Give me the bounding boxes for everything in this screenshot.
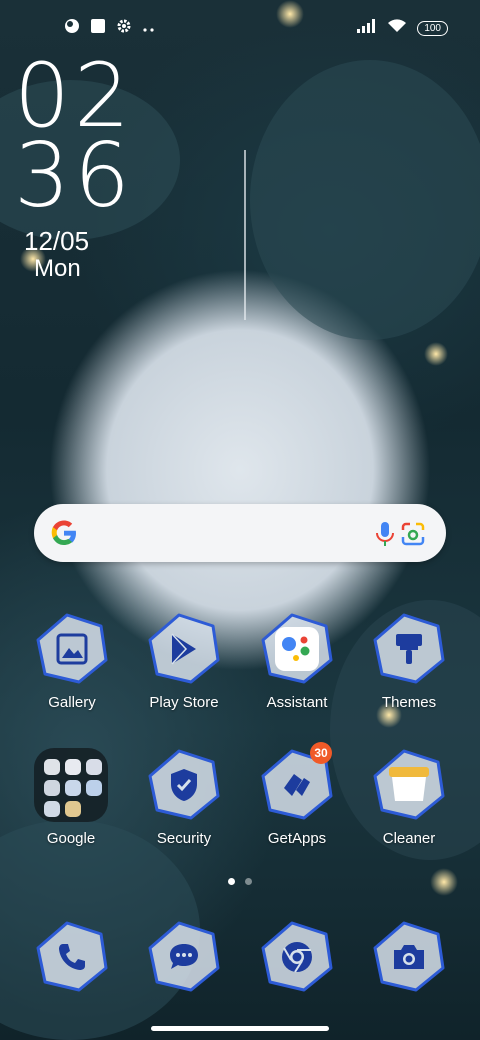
page-dot-active (228, 878, 235, 885)
circle-app-icon (64, 18, 80, 39)
app-getapps[interactable]: 30 GetApps (242, 742, 352, 847)
google-lens-icon[interactable] (400, 521, 426, 547)
more-dots-icon (142, 20, 156, 38)
app-label: Assistant (266, 694, 328, 711)
play-store-icon (171, 633, 196, 665)
app-gallery[interactable]: Gallery (17, 612, 127, 711)
status-left (64, 18, 156, 39)
chrome-icon (282, 942, 312, 973)
dock-phone[interactable] (17, 920, 127, 994)
app-label: Gallery (48, 694, 96, 711)
dock-chrome[interactable] (242, 920, 352, 994)
google-search-bar[interactable] (34, 504, 446, 562)
wallpaper-branch (250, 60, 480, 340)
files-mini-icon (65, 801, 81, 817)
messages-icon (170, 944, 198, 969)
maps-mini-icon (86, 759, 102, 775)
settings-icon (116, 18, 132, 39)
home-screen: 100 02 36 12/05 Mon Gallery Play Store A… (0, 0, 480, 1040)
app-cleaner[interactable]: Cleaner (354, 748, 464, 847)
notification-badge: 30 (310, 742, 332, 764)
app-themes[interactable]: Themes (354, 612, 464, 711)
battery-indicator: 100 (417, 20, 448, 36)
google-g-icon (51, 520, 76, 545)
drive-mini-icon (86, 780, 102, 796)
dock-messages[interactable] (129, 920, 239, 994)
clock-minutes[interactable]: 36 (14, 132, 134, 220)
app-label: Play Store (149, 694, 219, 711)
youtube-mini-icon (44, 780, 60, 796)
folder-google[interactable]: Google (16, 748, 126, 847)
dock-camera[interactable] (354, 920, 464, 994)
clock-weekday[interactable]: Mon (34, 255, 81, 283)
gesture-home-bar[interactable] (151, 1026, 329, 1031)
app-label: Google (46, 830, 96, 847)
app-assistant[interactable]: Assistant (242, 612, 352, 711)
camera-icon (394, 945, 424, 969)
cleaner-icon (389, 767, 429, 801)
security-icon (171, 769, 197, 801)
photos-mini-icon (44, 801, 60, 817)
signal-icon (357, 18, 377, 38)
microphone-icon[interactable] (374, 521, 396, 547)
bokeh-light (424, 342, 448, 366)
app-play-store[interactable]: Play Store (129, 612, 239, 711)
wifi-icon (387, 18, 407, 38)
ornament-string (244, 150, 246, 320)
google-mini-icon (44, 759, 60, 775)
app-label: Cleaner (382, 830, 436, 847)
app-label: Themes (381, 694, 437, 711)
phone-icon (59, 944, 85, 970)
app-label: Security (156, 830, 212, 847)
page-indicator[interactable] (228, 878, 252, 885)
square-app-icon (90, 18, 106, 39)
assistant-icon (275, 627, 319, 671)
gallery-icon (56, 633, 88, 665)
google-folder-icon (34, 748, 108, 822)
app-security[interactable]: Security (129, 748, 239, 847)
themes-icon (396, 634, 422, 664)
getapps-icon (284, 774, 310, 796)
page-dot (245, 878, 252, 885)
app-label: GetApps (267, 830, 327, 847)
status-right: 100 (357, 18, 448, 38)
clock-date[interactable]: 12/05 (24, 226, 89, 257)
gmail-mini-icon (65, 759, 81, 775)
duo-mini-icon (65, 780, 81, 796)
bokeh-light (430, 868, 458, 896)
